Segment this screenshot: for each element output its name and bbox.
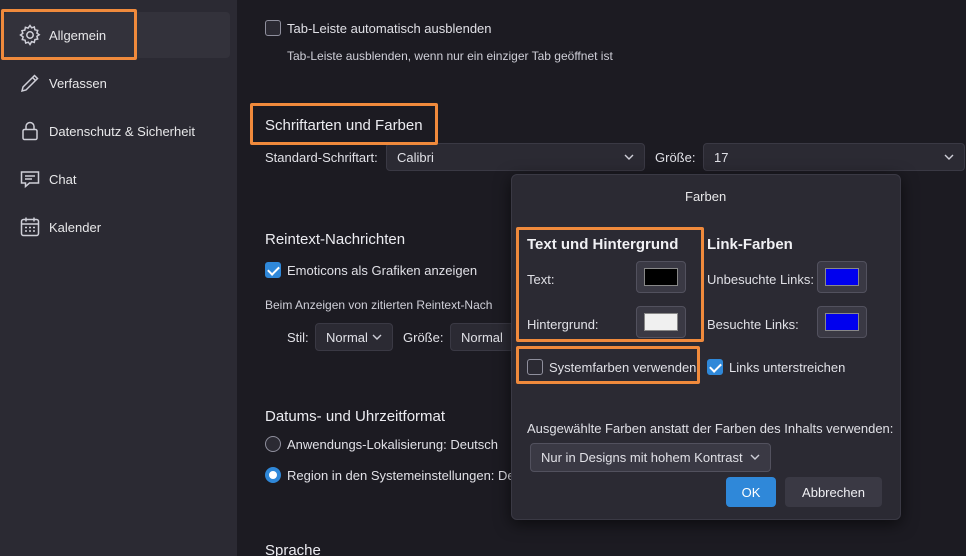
fonts-colors-heading: Schriftarten und Farben [265, 117, 423, 134]
background-color-picker[interactable] [636, 306, 686, 338]
text-background-heading: Text und Hintergrund [527, 236, 679, 253]
text-color-label: Text: [527, 272, 555, 287]
ok-button[interactable]: OK [726, 477, 776, 507]
quoted-text-label: Beim Anzeigen von zitierten Reintext-Nac… [265, 298, 493, 312]
colors-dialog: Farben Text und Hintergrund Text: Hinter… [511, 174, 901, 520]
quoted-size-value: Normal [461, 329, 503, 345]
visited-links-label: Besuchte Links: [707, 317, 799, 332]
quoted-style-label: Stil: [287, 330, 309, 345]
chevron-down-icon [624, 154, 634, 160]
chevron-down-icon [750, 454, 760, 460]
visited-color-swatch [825, 313, 859, 331]
quoted-style-value: Normal [326, 329, 368, 345]
region-radio[interactable] [265, 467, 281, 483]
link-colors-heading: Link-Farben [707, 236, 793, 253]
use-colors-select[interactable]: Nur in Designs mit hohem Kontrast [530, 443, 771, 472]
quoted-style-select[interactable]: Normal [315, 323, 393, 351]
region-label: Region in den Systemeinstellungen: De [287, 468, 515, 483]
gear-icon [19, 24, 41, 46]
datetime-heading: Datums- und Uhrzeitformat [265, 408, 446, 425]
underline-links-label: Links unterstreichen [729, 360, 846, 375]
sidebar-item-label: Allgemein [49, 27, 107, 43]
unvisited-color-picker[interactable] [817, 261, 867, 293]
chat-icon [20, 171, 40, 189]
background-color-swatch [644, 313, 678, 331]
pencil-icon [20, 74, 39, 93]
cancel-button[interactable]: Abbrechen [785, 477, 882, 507]
visited-color-picker[interactable] [817, 306, 867, 338]
sidebar-item-allgemein[interactable]: Allgemein [4, 12, 230, 58]
sidebar-item-datenschutz[interactable]: Datenschutz & Sicherheit [4, 108, 230, 154]
font-size-value: 17 [714, 149, 729, 165]
language-heading: Sprache [265, 542, 321, 556]
text-color-picker[interactable] [636, 261, 686, 293]
use-colors-value: Nur in Designs mit hohem Kontrast [541, 450, 743, 465]
unvisited-links-label: Unbesuchte Links: [707, 272, 814, 287]
sidebar-item-label: Chat [49, 171, 77, 187]
system-colors-label: Systemfarben verwenden [549, 360, 697, 375]
app-locale-label: Anwendungs-Lokalisierung: Deutsch [287, 437, 499, 452]
default-font-select[interactable]: Calibri [386, 143, 645, 171]
font-size-select[interactable]: 17 [703, 143, 965, 171]
sidebar-item-verfassen[interactable]: Verfassen [4, 60, 230, 106]
dialog-title: Farben [685, 189, 727, 204]
app-locale-radio[interactable] [265, 436, 281, 452]
calendar-icon [20, 217, 40, 237]
sidebar-item-label: Datenschutz & Sicherheit [49, 123, 195, 139]
sidebar: Allgemein Verfassen Datenschutz & Sicher… [0, 0, 237, 556]
chevron-down-icon [372, 334, 382, 340]
emoticons-checkbox[interactable] [265, 262, 281, 278]
tabbar-autohide-label: Tab-Leiste automatisch ausblenden [287, 21, 492, 36]
sidebar-item-chat[interactable]: Chat [4, 156, 230, 202]
tabbar-autohide-checkbox[interactable] [265, 20, 281, 36]
quoted-size-select[interactable]: Normal [450, 323, 520, 351]
plaintext-heading: Reintext-Nachrichten [265, 231, 406, 248]
default-font-value: Calibri [397, 149, 434, 165]
text-color-swatch [644, 268, 678, 286]
font-size-label: Größe: [655, 150, 696, 165]
chevron-down-icon [944, 154, 954, 160]
lock-icon [22, 121, 38, 141]
emoticons-label: Emoticons als Grafiken anzeigen [287, 263, 478, 278]
sidebar-item-kalender[interactable]: Kalender [4, 204, 230, 250]
system-colors-checkbox[interactable] [527, 359, 543, 375]
background-color-label: Hintergrund: [527, 317, 599, 332]
sidebar-item-label: Kalender [49, 219, 102, 235]
sidebar-item-label: Verfassen [49, 75, 107, 91]
tabbar-description: Tab-Leiste ausblenden, wenn nur ein einz… [287, 49, 613, 63]
quoted-size-label: Größe: [403, 330, 444, 345]
use-colors-label: Ausgewählte Farben anstatt der Farben de… [527, 421, 894, 436]
default-font-label: Standard-Schriftart: [265, 150, 378, 165]
underline-links-checkbox[interactable] [707, 359, 723, 375]
unvisited-color-swatch [825, 268, 859, 286]
